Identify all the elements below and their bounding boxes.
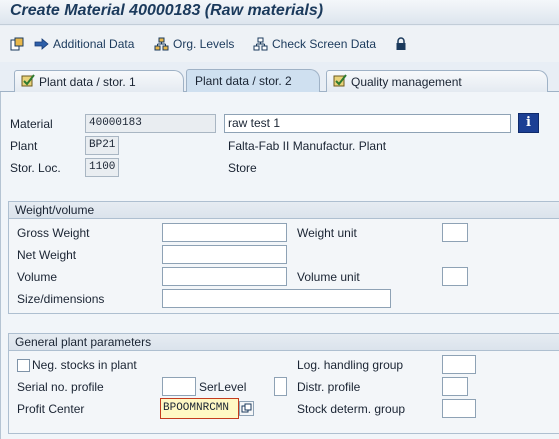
tab-label: Plant data / stor. 2 — [195, 74, 292, 88]
copy-icon[interactable] — [239, 401, 254, 416]
serial-no-profile-label: Serial no. profile — [17, 380, 104, 394]
weight-unit-input[interactable] — [442, 223, 468, 242]
plant-description: Falta-Fab II Manufactur. Plant — [228, 139, 387, 153]
application-toolbar: Additional Data Org. Levels Check Screen… — [0, 26, 559, 62]
check-screen-data-label: Check Screen Data — [272, 37, 377, 51]
select-views-button[interactable] — [10, 36, 24, 52]
volume-label: Volume — [17, 270, 58, 284]
storage-location-description: Store — [228, 161, 257, 175]
plant-field: BP21 — [85, 136, 119, 155]
stock-determ-group-label: Stock determ. group — [297, 402, 406, 416]
material-description-field[interactable]: raw test 1 — [224, 114, 511, 133]
tab-plant-data-stor-2[interactable]: Plant data / stor. 2 — [186, 69, 320, 92]
stock-determ-group-input[interactable] — [442, 399, 476, 418]
group-title: Weight/volume — [9, 202, 559, 219]
size-dimensions-label: Size/dimensions — [17, 292, 105, 306]
tab-quality-management[interactable]: Quality management — [326, 70, 548, 92]
org-levels-button[interactable]: Org. Levels — [154, 36, 234, 52]
org-levels-label: Org. Levels — [173, 37, 235, 51]
tab-strip: Plant data / stor. 1 Plant data / stor. … — [0, 64, 559, 92]
tab-content: Material 40000183 raw test 1 i Plant BP2… — [0, 92, 559, 439]
select-views-icon — [10, 37, 24, 51]
storage-location-field: 1100 — [85, 158, 119, 177]
distr-profile-input[interactable] — [442, 377, 468, 396]
serlevel-input[interactable] — [274, 377, 287, 396]
neg-stocks-label: Neg. stocks in plant — [32, 358, 137, 372]
additional-data-button[interactable]: Additional Data — [34, 36, 134, 52]
title-bar: Create Material 40000183 (Raw materials) — [0, 0, 559, 25]
log-handling-group-input[interactable] — [442, 355, 476, 374]
check-doc-icon — [21, 73, 35, 90]
material-number-field: 40000183 — [85, 114, 216, 133]
arrow-right-icon — [34, 38, 49, 50]
info-icon[interactable]: i — [518, 113, 539, 133]
profit-center-label: Profit Center — [17, 402, 85, 416]
tab-label: Quality management — [351, 74, 462, 89]
net-weight-input[interactable] — [162, 245, 287, 264]
plant-label: Plant — [10, 139, 38, 153]
weight-unit-label: Weight unit — [297, 226, 357, 240]
check-tree-icon — [253, 37, 268, 51]
tab-label: Plant data / stor. 1 — [39, 74, 136, 89]
org-structure-icon — [154, 37, 169, 51]
profit-center-input[interactable]: BPOOMNRCMN — [160, 398, 239, 419]
storage-location-label: Stor. Loc. — [10, 161, 61, 175]
lock-button[interactable] — [395, 36, 407, 52]
size-dimensions-input[interactable] — [162, 289, 391, 308]
distr-profile-label: Distr. profile — [297, 380, 361, 394]
gross-weight-label: Gross Weight — [17, 226, 90, 240]
group-title: General plant parameters — [9, 334, 559, 351]
material-label: Material — [10, 117, 53, 131]
window-title: Create Material 40000183 (Raw materials) — [10, 2, 324, 19]
volume-input[interactable] — [162, 267, 287, 286]
log-handling-group-label: Log. handling group — [297, 358, 404, 372]
check-screen-data-button[interactable]: Check Screen Data — [253, 36, 376, 52]
gross-weight-input[interactable] — [162, 223, 287, 242]
additional-data-label: Additional Data — [53, 37, 135, 51]
net-weight-label: Net Weight — [17, 248, 77, 262]
lock-icon — [395, 37, 407, 51]
serlevel-label: SerLevel — [199, 380, 247, 394]
serial-no-profile-input[interactable] — [162, 377, 196, 396]
volume-unit-label: Volume unit — [297, 270, 360, 284]
check-doc-icon — [333, 73, 347, 90]
volume-unit-input[interactable] — [442, 267, 468, 286]
neg-stocks-checkbox[interactable] — [17, 359, 30, 372]
tab-plant-data-stor-1[interactable]: Plant data / stor. 1 — [14, 70, 184, 92]
